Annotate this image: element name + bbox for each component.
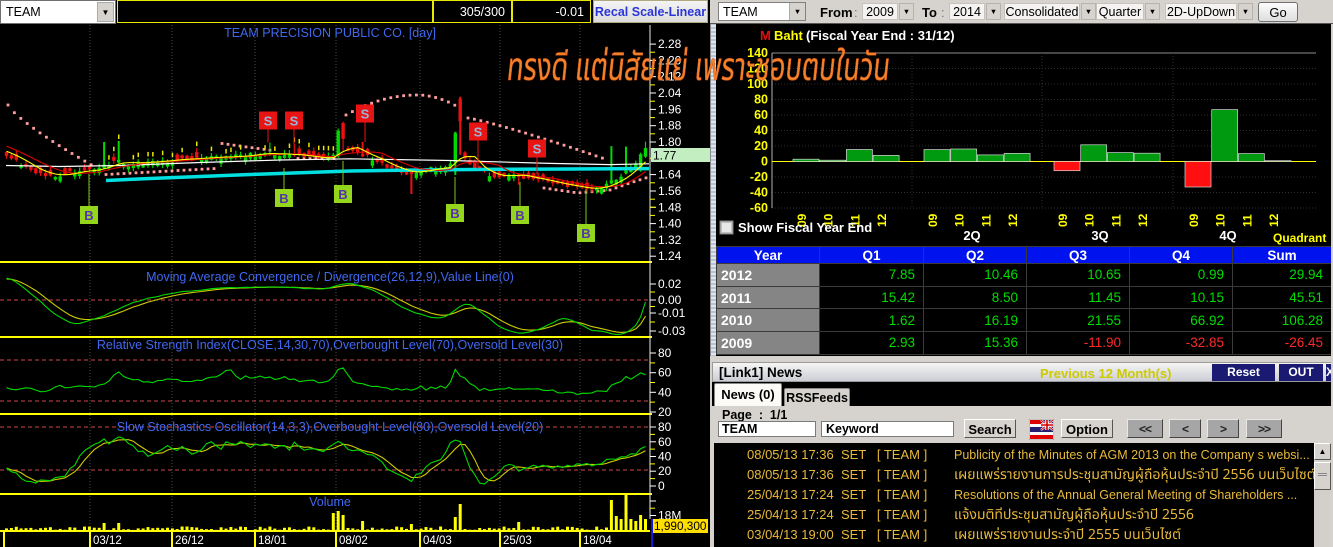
svg-text:1.40: 1.40 [658,217,682,231]
svg-text:0: 0 [658,479,665,493]
svg-text:18/01: 18/01 [258,535,287,547]
svg-text:1.56: 1.56 [658,184,682,198]
svg-text:25/04/13 17:24 SET [ TEAM ]: 25/04/13 17:24 SET [ TEAM ] [747,487,927,502]
svg-text:11: 11 [1240,214,1254,227]
svg-text:Moving Average Convergence / D: Moving Average Convergence / Divergence(… [146,270,514,284]
svg-text:20: 20 [754,139,768,153]
svg-text:12: 12 [875,213,889,227]
svg-text:1,990,300: 1,990,300 [654,519,707,533]
svg-text:1.96: 1.96 [658,102,682,116]
svg-text:1.32: 1.32 [658,233,682,247]
svg-text:B: B [338,187,347,202]
svg-text:Relative Strength Index(CLOSE,: Relative Strength Index(CLOSE,14,30,70),… [97,338,563,352]
svg-text:60: 60 [754,108,768,122]
svg-text:S: S [290,114,299,129]
svg-text:20: 20 [658,405,672,419]
svg-text:B: B [515,208,524,223]
svg-text:-20: -20 [750,170,768,184]
svg-text:-0.01: -0.01 [658,306,686,320]
svg-text:1.48: 1.48 [658,200,682,214]
svg-text:80: 80 [658,346,672,360]
svg-text:25/04/13 17:24 SET [ TEAM ]: 25/04/13 17:24 SET [ TEAM ] [747,507,927,522]
svg-text:1.64: 1.64 [658,168,682,182]
svg-text:09: 09 [1056,213,1070,227]
svg-text:08/05/13 17:36 SET [ TEAM ]: 08/05/13 17:36 SET [ TEAM ] [747,467,927,482]
svg-text:0.00: 0.00 [658,293,682,307]
svg-text:B: B [450,206,459,221]
svg-text:25/03: 25/03 [503,535,532,547]
svg-text:-0.03: -0.03 [658,324,686,338]
svg-text:4Q: 4Q [1219,228,1236,243]
svg-text:S: S [264,114,273,129]
svg-text:Show Fiscal Year End: Show Fiscal Year End [738,220,872,235]
svg-text:Publicity of the Minutes of AG: Publicity of the Minutes of AGM 2013 on … [954,448,1310,462]
svg-text:10: 10 [1214,213,1228,227]
svg-text:10: 10 [953,213,967,227]
svg-text:1.88: 1.88 [658,119,682,133]
svg-text:04/03: 04/03 [423,535,452,547]
svg-text:60: 60 [658,366,672,380]
svg-text:11: 11 [1109,214,1123,227]
svg-text:60: 60 [658,435,672,449]
svg-text:3Q: 3Q [1091,228,1108,243]
svg-text:S: S [361,107,370,122]
svg-text:10: 10 [1083,213,1097,227]
svg-text:40: 40 [754,124,768,138]
svg-text:12: 12 [1006,213,1020,227]
svg-text:80: 80 [658,420,672,434]
svg-text:S: S [474,125,483,140]
svg-text:1.77: 1.77 [653,149,677,163]
svg-text:08/02: 08/02 [339,535,368,547]
svg-text:03/12: 03/12 [93,535,122,547]
svg-text:Slow Stochastics Oscillator(14: Slow Stochastics Oscillator(14,3,3),Over… [117,420,544,434]
svg-text:Quadrant: Quadrant [1273,231,1326,245]
svg-text:0.02: 0.02 [658,277,682,291]
svg-text:12: 12 [1267,213,1281,227]
svg-text:B: B [581,226,590,241]
svg-text:40: 40 [658,450,672,464]
svg-text:26/12: 26/12 [175,535,204,547]
svg-text:18/04: 18/04 [583,535,612,547]
svg-text:B: B [279,191,288,206]
svg-text:08/05/13 17:36 SET [ TEAM ]: 08/05/13 17:36 SET [ TEAM ] [747,447,927,462]
svg-text:Volume: Volume [309,495,351,509]
svg-text:1.24: 1.24 [658,249,682,263]
svg-text:12: 12 [1136,213,1150,227]
svg-text:0: 0 [761,155,768,169]
svg-text:2Q: 2Q [963,228,980,243]
svg-text:B: B [84,208,93,223]
svg-text:S: S [533,142,542,157]
svg-text:03/04/13 19:00 SET [ TEAM ]: 03/04/13 19:00 SET [ TEAM ] [747,527,927,542]
svg-text:1.80: 1.80 [658,135,682,149]
svg-text:11: 11 [979,214,993,227]
svg-text:20: 20 [658,464,672,478]
svg-text:40: 40 [658,385,672,399]
svg-text:09: 09 [926,213,940,227]
svg-text:-60: -60 [750,201,768,215]
svg-text:TEAM PRECISION PUBLIC CO. [day: TEAM PRECISION PUBLIC CO. [day] [224,26,436,40]
svg-text:Resolutions of the Annual Gene: Resolutions of the Annual General Meetin… [954,488,1297,502]
svg-text:-40: -40 [750,186,768,200]
svg-text:09: 09 [1187,213,1201,227]
